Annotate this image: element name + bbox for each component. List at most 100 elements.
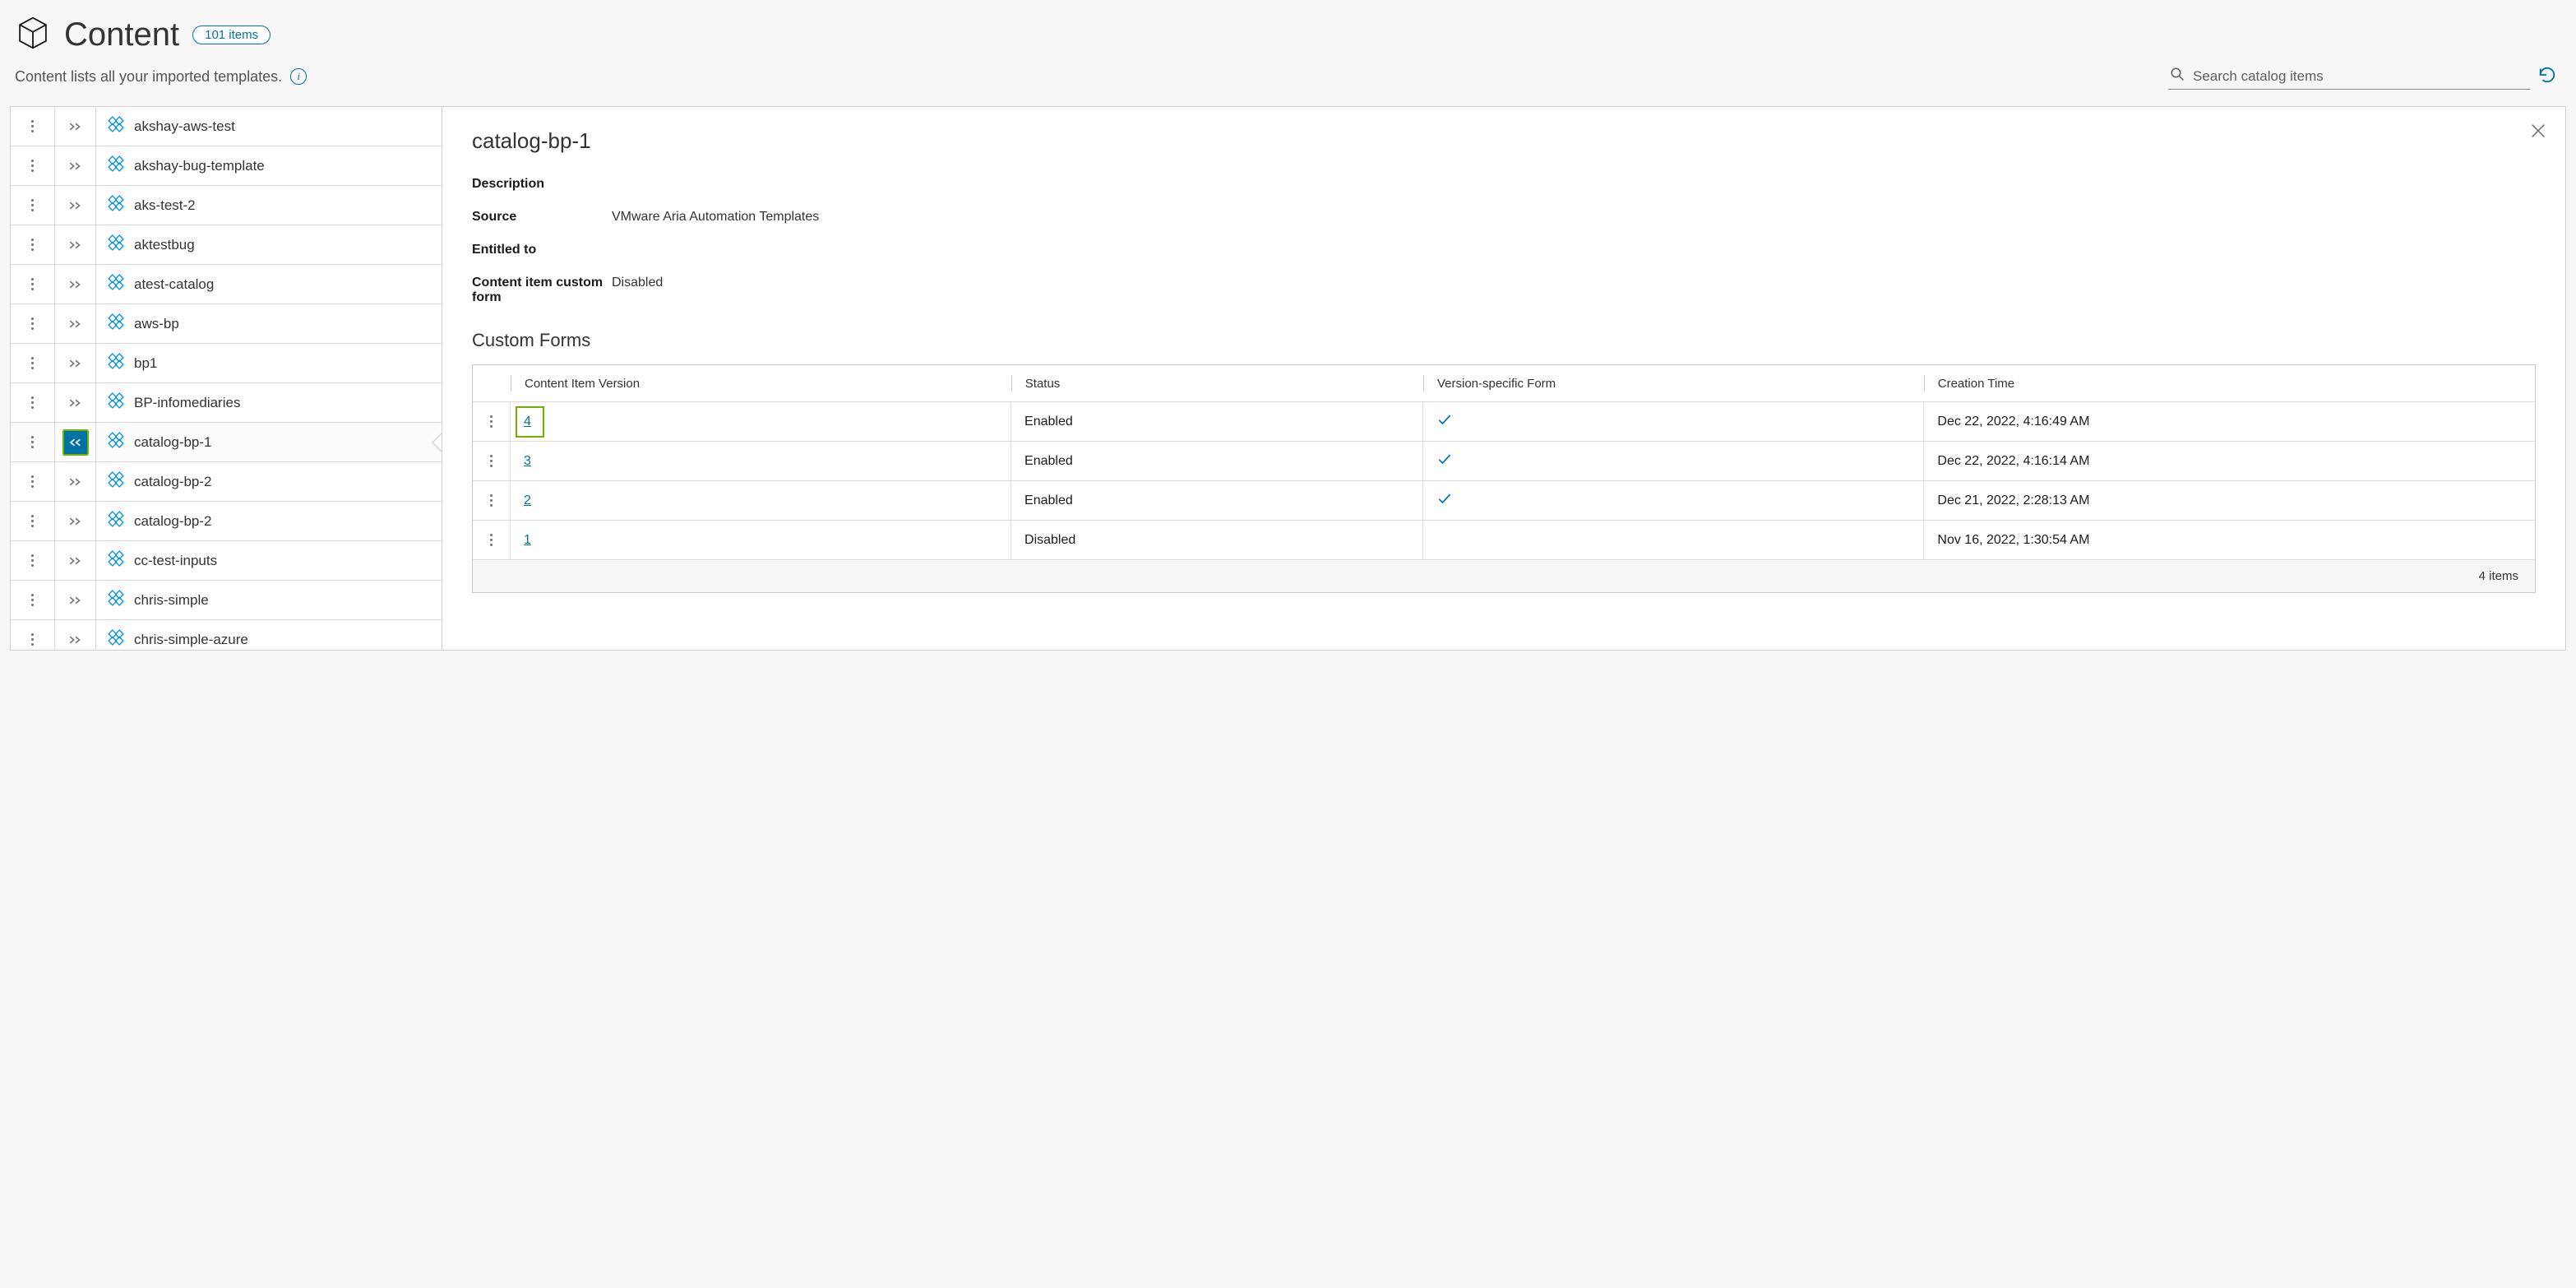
list-item[interactable]: catalog-bp-1 bbox=[11, 423, 442, 462]
search-icon bbox=[2170, 67, 2185, 86]
col-time[interactable]: Creation Time bbox=[1925, 365, 2535, 401]
list-item[interactable]: atest-catalog bbox=[11, 265, 442, 304]
list-item[interactable]: chris-simple-azure bbox=[11, 620, 442, 650]
list-item[interactable]: akshay-bug-template bbox=[11, 146, 442, 186]
close-icon[interactable] bbox=[2529, 122, 2547, 144]
form-cell bbox=[1423, 442, 1924, 480]
row-menu-icon[interactable] bbox=[11, 344, 55, 382]
item-name[interactable]: chris-simple-azure bbox=[96, 629, 442, 650]
row-menu-icon[interactable] bbox=[11, 383, 55, 422]
collapse-icon[interactable] bbox=[55, 423, 96, 461]
expand-icon[interactable] bbox=[55, 146, 96, 185]
list-item[interactable]: aktestbug bbox=[11, 225, 442, 265]
expand-icon[interactable] bbox=[55, 304, 96, 343]
blueprint-icon bbox=[108, 392, 124, 413]
blueprint-icon bbox=[108, 155, 124, 176]
item-name[interactable]: catalog-bp-2 bbox=[96, 471, 442, 492]
expand-icon[interactable] bbox=[55, 462, 96, 501]
content-cube-icon bbox=[15, 15, 51, 55]
item-name-text: catalog-bp-1 bbox=[134, 434, 212, 451]
col-form[interactable]: Version-specific Form bbox=[1424, 365, 1924, 401]
item-name-text: chris-simple-azure bbox=[134, 632, 248, 648]
row-menu-icon[interactable] bbox=[11, 620, 55, 650]
blueprint-icon bbox=[108, 432, 124, 452]
list-item[interactable]: cc-test-inputs bbox=[11, 541, 442, 581]
col-version[interactable]: Content Item Version bbox=[511, 365, 1011, 401]
row-menu-icon[interactable] bbox=[473, 481, 511, 520]
content-list[interactable]: akshay-aws-test akshay-bug-template aks-te… bbox=[11, 107, 442, 650]
page-header: Content 101 items Content lists all your… bbox=[10, 10, 2566, 90]
row-menu-icon[interactable] bbox=[473, 521, 511, 559]
expand-icon[interactable] bbox=[55, 225, 96, 264]
table-row: 2EnabledDec 21, 2022, 2:28:13 AM bbox=[473, 480, 2535, 520]
item-name[interactable]: BP-infomediaries bbox=[96, 392, 442, 413]
item-name-text: aws-bp bbox=[134, 316, 179, 332]
search-input[interactable] bbox=[2191, 67, 2528, 86]
item-name[interactable]: catalog-bp-2 bbox=[96, 511, 442, 531]
row-menu-icon[interactable] bbox=[11, 146, 55, 185]
row-menu-icon[interactable] bbox=[11, 502, 55, 540]
list-item[interactable]: catalog-bp-2 bbox=[11, 462, 442, 502]
row-menu-icon[interactable] bbox=[11, 541, 55, 580]
selected-caret-icon bbox=[431, 433, 442, 452]
blueprint-icon bbox=[108, 274, 124, 294]
item-name[interactable]: aws-bp bbox=[96, 313, 442, 334]
list-item[interactable]: catalog-bp-2 bbox=[11, 502, 442, 541]
version-link[interactable]: 3 bbox=[524, 454, 531, 469]
item-name-text: cc-test-inputs bbox=[134, 553, 217, 569]
row-menu-icon[interactable] bbox=[11, 186, 55, 225]
row-menu-icon[interactable] bbox=[11, 265, 55, 303]
search-box[interactable] bbox=[2168, 63, 2530, 90]
expand-icon[interactable] bbox=[55, 265, 96, 303]
info-icon[interactable]: i bbox=[290, 68, 307, 85]
item-name[interactable]: akshay-aws-test bbox=[96, 116, 442, 137]
row-menu-icon[interactable] bbox=[473, 442, 511, 480]
status-cell: Enabled bbox=[1011, 402, 1423, 441]
row-menu-icon[interactable] bbox=[11, 304, 55, 343]
expand-icon[interactable] bbox=[55, 620, 96, 650]
expand-icon[interactable] bbox=[55, 344, 96, 382]
row-menu-icon[interactable] bbox=[11, 107, 55, 146]
expand-icon[interactable] bbox=[55, 186, 96, 225]
table-row: 3EnabledDec 22, 2022, 4:16:14 AM bbox=[473, 441, 2535, 480]
list-item[interactable]: aks-test-2 bbox=[11, 186, 442, 225]
item-name[interactable]: bp1 bbox=[96, 353, 442, 373]
entitled-label: Entitled to bbox=[472, 243, 612, 257]
item-name[interactable]: atest-catalog bbox=[96, 274, 442, 294]
list-item[interactable]: aws-bp bbox=[11, 304, 442, 344]
item-name-text: atest-catalog bbox=[134, 276, 214, 293]
col-status[interactable]: Status bbox=[1012, 365, 1423, 401]
item-name[interactable]: chris-simple bbox=[96, 590, 442, 610]
version-link[interactable]: 2 bbox=[524, 493, 531, 508]
row-menu-icon[interactable] bbox=[11, 462, 55, 501]
list-item[interactable]: bp1 bbox=[11, 344, 442, 383]
item-name-text: chris-simple bbox=[134, 592, 209, 609]
item-name[interactable]: cc-test-inputs bbox=[96, 550, 442, 571]
expand-icon[interactable] bbox=[55, 541, 96, 580]
refresh-icon[interactable] bbox=[2538, 66, 2556, 88]
list-item[interactable]: chris-simple bbox=[11, 581, 442, 620]
row-menu-icon[interactable] bbox=[473, 402, 511, 441]
item-name-text: BP-infomediaries bbox=[134, 395, 240, 411]
page-subtitle: Content lists all your imported template… bbox=[15, 68, 307, 86]
blueprint-icon bbox=[108, 234, 124, 255]
content-body: akshay-aws-test akshay-bug-template aks-te… bbox=[10, 106, 2566, 651]
item-name-text: bp1 bbox=[134, 355, 157, 372]
expand-icon[interactable] bbox=[55, 107, 96, 146]
row-menu-icon[interactable] bbox=[11, 225, 55, 264]
expand-icon[interactable] bbox=[55, 581, 96, 619]
item-name-text: aktestbug bbox=[134, 237, 195, 253]
row-menu-icon[interactable] bbox=[11, 581, 55, 619]
expand-icon[interactable] bbox=[55, 502, 96, 540]
row-menu-icon[interactable] bbox=[11, 423, 55, 461]
item-name[interactable]: aks-test-2 bbox=[96, 195, 442, 215]
item-name[interactable]: catalog-bp-1 bbox=[96, 432, 442, 452]
item-name[interactable]: aktestbug bbox=[96, 234, 442, 255]
list-item[interactable]: BP-infomediaries bbox=[11, 383, 442, 423]
page-subtitle-text: Content lists all your imported template… bbox=[15, 68, 282, 86]
expand-icon[interactable] bbox=[55, 383, 96, 422]
item-name[interactable]: akshay-bug-template bbox=[96, 155, 442, 176]
list-item[interactable]: akshay-aws-test bbox=[11, 107, 442, 146]
version-link[interactable]: 1 bbox=[524, 533, 531, 548]
version-link[interactable]: 4 bbox=[517, 408, 543, 436]
